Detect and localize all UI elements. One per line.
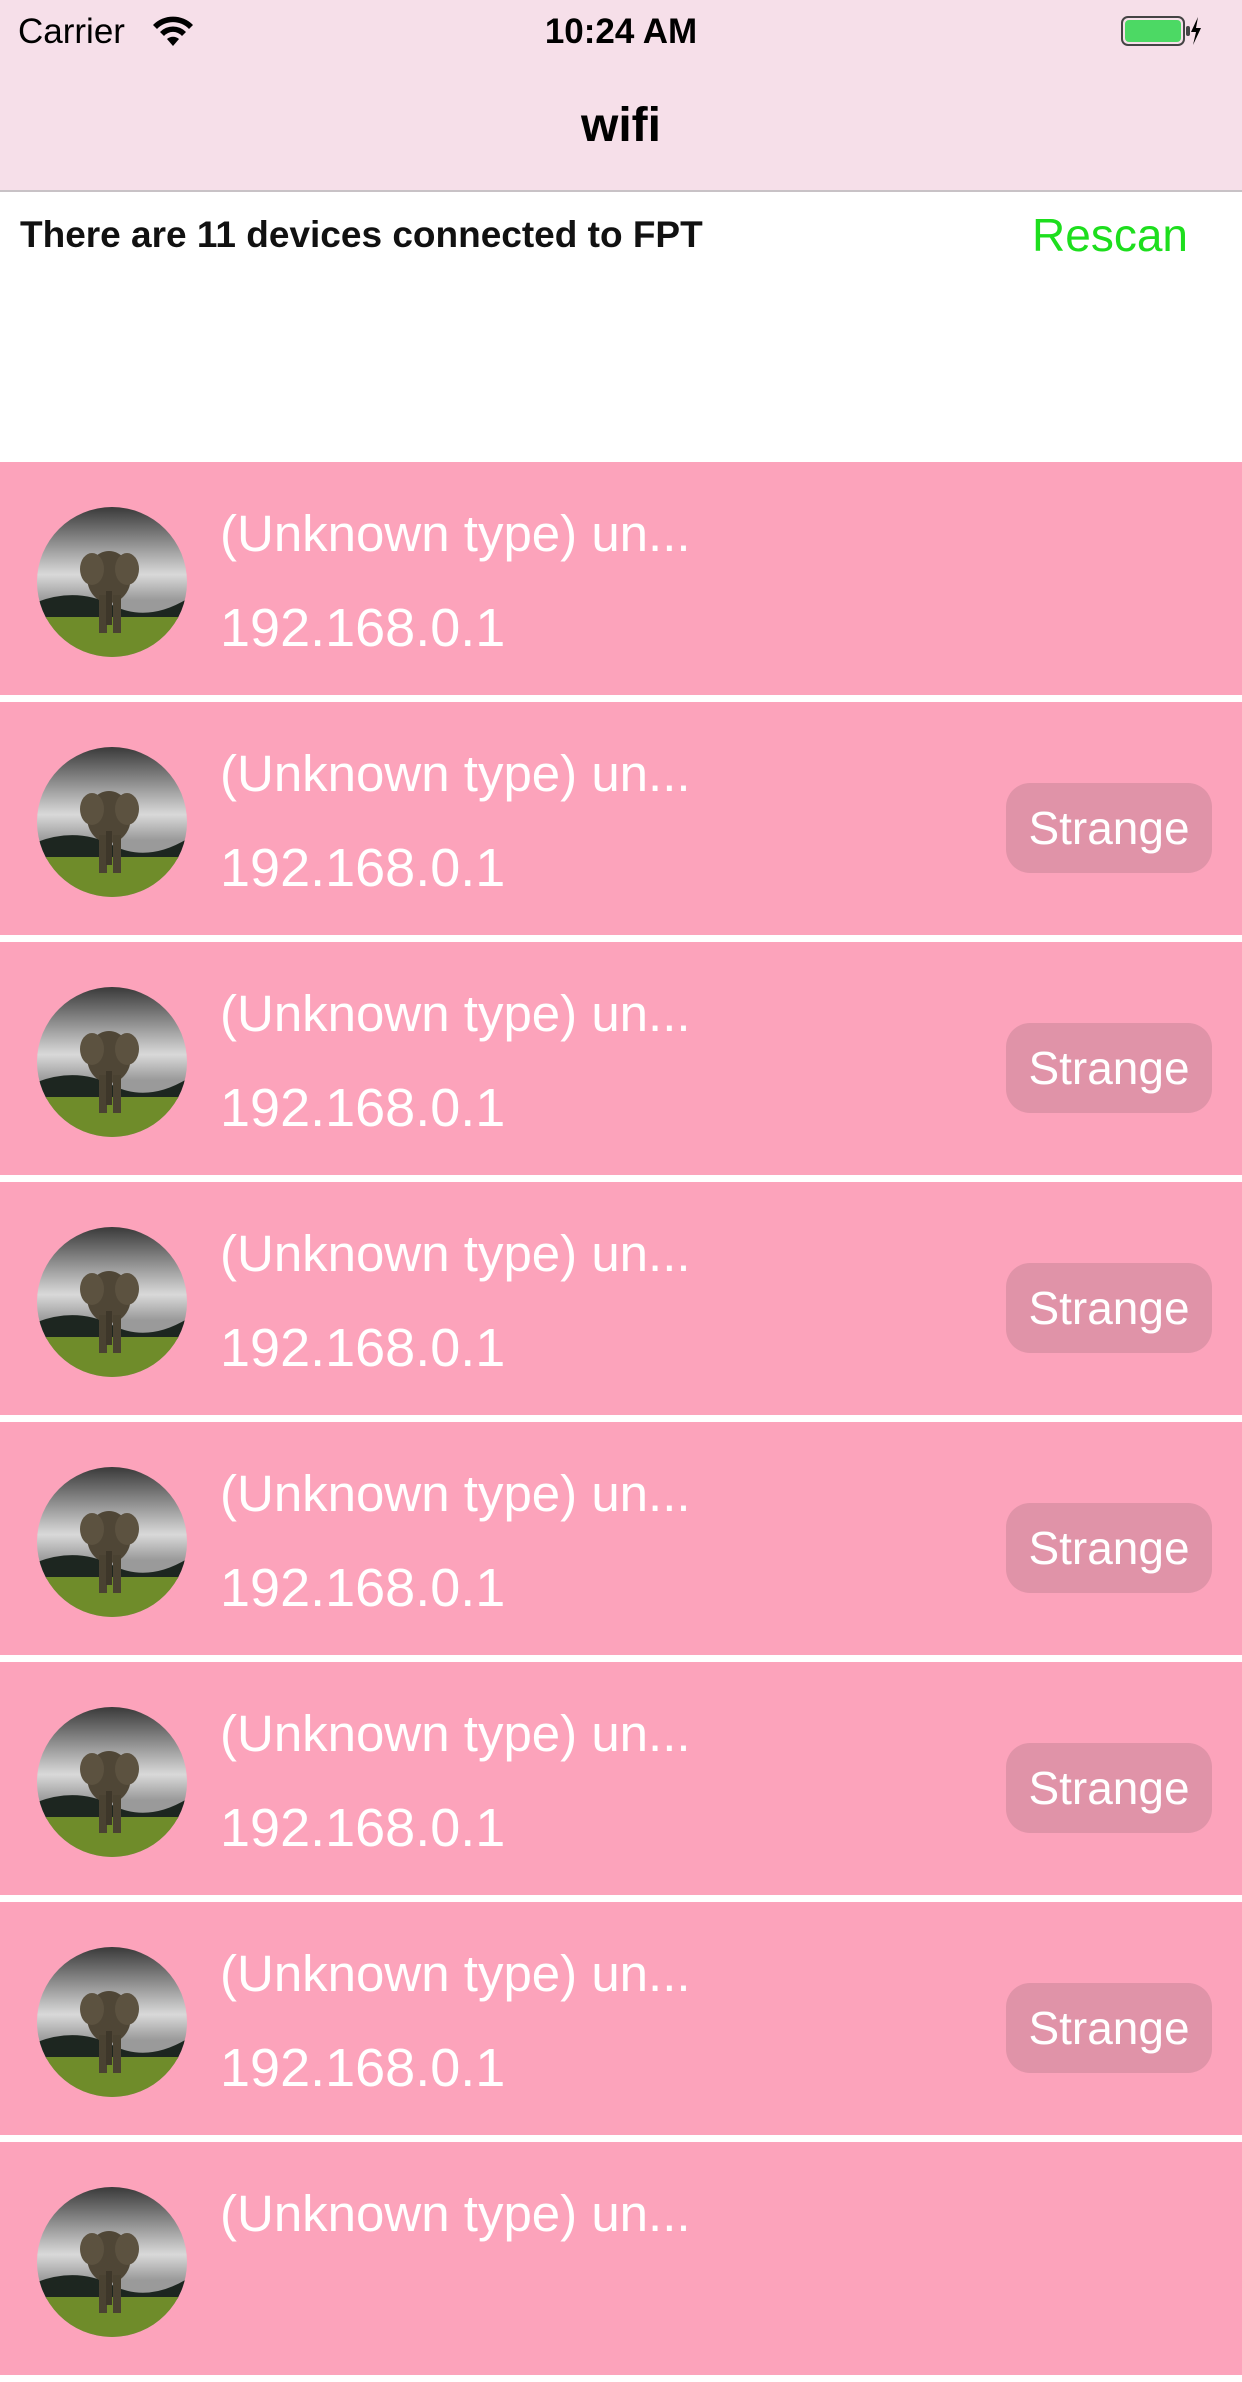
row-separator [0, 1415, 1242, 1422]
device-ip: 192.168.0.1 [220, 838, 506, 898]
device-ip: 192.168.0.1 [220, 598, 506, 658]
row-separator [0, 1175, 1242, 1182]
row-separator [0, 2135, 1242, 2142]
device-row[interactable]: (Unknown type) un... 192.168.0.1 [0, 462, 1242, 702]
strange-tag-button[interactable]: Strange [1006, 783, 1212, 873]
devices-summary: There are 11 devices connected to FPT [20, 214, 703, 255]
device-name: (Unknown type) un... [220, 2185, 691, 2242]
device-name: (Unknown type) un... [220, 985, 691, 1042]
device-avatar [37, 747, 187, 897]
device-ip: 192.168.0.1 [220, 1318, 506, 1378]
device-row[interactable]: (Unknown type) un... 192.168.0.1 Strange [0, 1902, 1242, 2142]
device-ip: 192.168.0.1 [220, 2038, 506, 2098]
row-separator [0, 1655, 1242, 1662]
navigation-bar: wifi [0, 62, 1242, 192]
strange-tag-button[interactable]: Strange [1006, 1263, 1212, 1353]
device-name: (Unknown type) un... [220, 1945, 691, 2002]
row-separator [0, 2375, 1242, 2382]
device-avatar [37, 507, 187, 657]
strange-tag-button[interactable]: Strange [1006, 1023, 1212, 1113]
status-time: 10:24 AM [544, 12, 698, 51]
device-avatar [37, 1947, 187, 2097]
device-list[interactable]: (Unknown type) un... 192.168.0.1 (Unknow… [0, 462, 1242, 2382]
battery-icon [1120, 14, 1202, 48]
device-row[interactable]: (Unknown type) un... 192.168.0.1 Strange [0, 942, 1242, 1182]
strange-tag-button[interactable]: Strange [1006, 1983, 1212, 2073]
page-title: wifi [581, 99, 661, 152]
device-ip: 192.168.0.1 [220, 1798, 506, 1858]
strange-tag-button[interactable]: Strange [1006, 1503, 1212, 1593]
device-name: (Unknown type) un... [220, 505, 691, 562]
device-avatar [37, 1227, 187, 1377]
charging-bolt-icon [1191, 17, 1201, 45]
device-row[interactable]: (Unknown type) un... 192.168.0.1 Strange [0, 1662, 1242, 1902]
scan-summary-area: There are 11 devices connected to FPT Re… [0, 192, 1242, 462]
device-avatar [37, 987, 187, 1137]
device-avatar [37, 1467, 187, 1617]
device-row[interactable]: (Unknown type) un... 192.168.0.1 Strange [0, 1182, 1242, 1422]
device-avatar [37, 1707, 187, 1857]
device-name: (Unknown type) un... [220, 1705, 691, 1762]
strange-tag-button[interactable]: Strange [1006, 1743, 1212, 1833]
device-name: (Unknown type) un... [220, 745, 691, 802]
device-name: (Unknown type) un... [220, 1465, 691, 1522]
device-row[interactable]: (Unknown type) un... 192.168.0.1 Strange [0, 1422, 1242, 1662]
row-separator [0, 1895, 1242, 1902]
device-ip: 192.168.0.1 [220, 1558, 506, 1618]
device-name: (Unknown type) un... [220, 1225, 691, 1282]
device-ip: 192.168.0.1 [220, 1078, 506, 1138]
device-avatar [37, 2187, 187, 2337]
device-row[interactable]: (Unknown type) un... 192.168.0.1 Strange [0, 702, 1242, 942]
status-bar: Carrier 10:24 AM [0, 0, 1242, 62]
device-row[interactable]: (Unknown type) un... [0, 2142, 1242, 2382]
rescan-button[interactable]: Rescan [1032, 208, 1188, 262]
row-separator [0, 695, 1242, 702]
row-separator [0, 935, 1242, 942]
